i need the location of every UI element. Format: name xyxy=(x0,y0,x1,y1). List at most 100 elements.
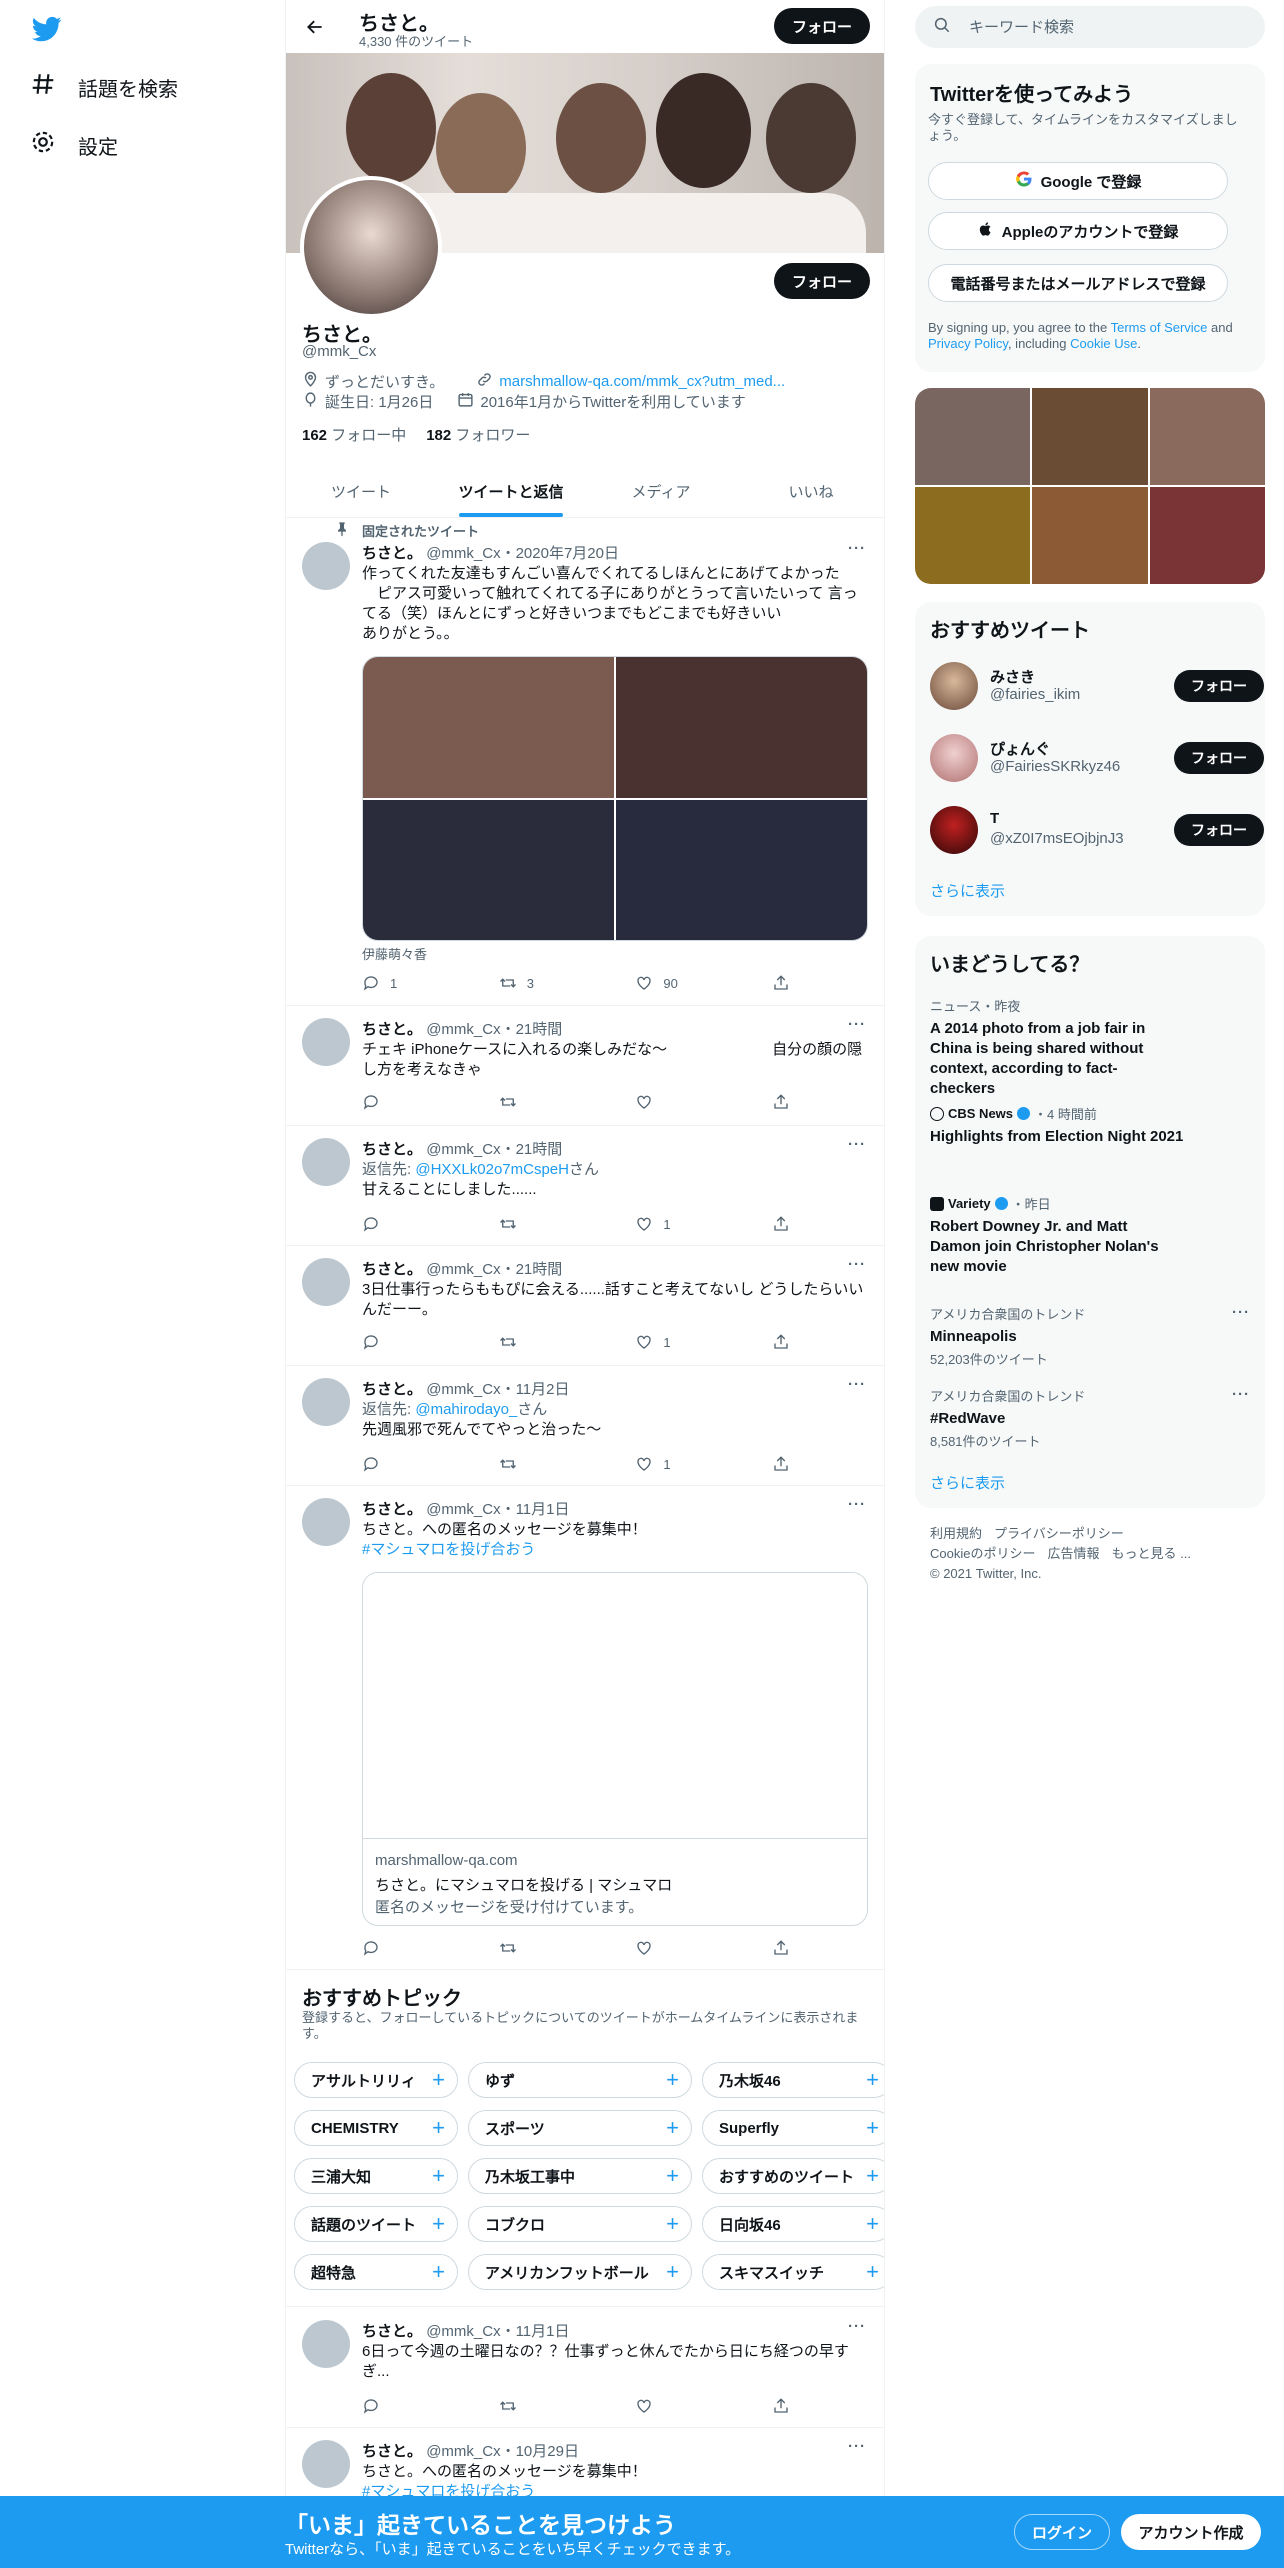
tweet-author-name[interactable]: ちさと。 xyxy=(362,1501,422,1518)
tweet-author-name[interactable]: ちさと。 xyxy=(362,1381,422,1398)
user-avatar[interactable] xyxy=(930,806,978,854)
topic-chip[interactable]: スキマスイッチ + xyxy=(702,2254,884,2290)
topic-chip[interactable]: アサルトリリィ + xyxy=(294,2062,458,2098)
tweet[interactable]: 固定されたツイート ちさと。 @mmk_Cx・2020年7月20日 ··· 作っ… xyxy=(286,518,884,1006)
link-preview-card[interactable]: marshmallow-qa.com ちさと。にマシュマロを投げる | マシュマ… xyxy=(362,1572,868,1926)
tweet-avatar[interactable] xyxy=(302,1498,350,1546)
topic-chip[interactable]: 話題のツイート + xyxy=(294,2206,458,2242)
topic-chip[interactable]: アメリカンフットボール + xyxy=(468,2254,692,2290)
more-icon[interactable]: ··· xyxy=(848,1136,866,1153)
reply-to-user-link[interactable]: @mahirodayo_ xyxy=(415,1401,517,1418)
tweet-photo[interactable] xyxy=(363,799,614,940)
like-button[interactable] xyxy=(635,1092,772,1112)
tweet[interactable]: ちさと。 @mmk_Cx・10月29日 ··· ちさと。への匿名のメッセージを募… xyxy=(286,2428,884,2500)
suggested-user[interactable]: みさき @fairies_ikim フォロー xyxy=(930,660,1264,710)
reply-button[interactable]: 1 xyxy=(362,973,499,993)
share-button[interactable] xyxy=(772,2396,802,2416)
tweet-avatar[interactable] xyxy=(302,542,350,590)
terms-link[interactable]: Terms of Service xyxy=(1111,320,1208,335)
like-button[interactable]: 1 xyxy=(635,1214,772,1234)
footer-privacy-link[interactable]: プライバシーポリシー xyxy=(994,1526,1124,1541)
retweet-button[interactable] xyxy=(499,2396,636,2416)
more-icon[interactable]: ··· xyxy=(848,1496,866,1513)
more-icon[interactable]: ··· xyxy=(848,2438,866,2455)
like-button[interactable]: 90 xyxy=(635,973,772,993)
trend-item[interactable]: Variety ・昨日 Robert Downey Jr. and Matt Da… xyxy=(930,1194,1250,1277)
profile-follow-button[interactable]: フォロー xyxy=(774,263,870,299)
topic-chip[interactable]: 乃木坂46 + xyxy=(702,2062,884,2098)
more-icon[interactable]: ··· xyxy=(848,540,866,557)
search-input[interactable] xyxy=(969,18,1219,36)
tweet[interactable]: ちさと。 @mmk_Cx・21時間 ··· 返信先: @HXXLk02o7mCs… xyxy=(286,1126,884,1246)
tweet-author-name[interactable]: ちさと。 xyxy=(362,1141,422,1158)
back-arrow-icon[interactable] xyxy=(298,10,332,44)
more-icon[interactable]: ··· xyxy=(848,1256,866,1273)
tweet-author-name[interactable]: ちさと。 xyxy=(362,545,422,562)
footer-ads-link[interactable]: 広告情報 xyxy=(1047,1546,1099,1561)
profile-website-link[interactable]: marshmallow-qa.com/mmk_cx?utm_med... xyxy=(499,373,785,390)
twitter-bird-icon[interactable] xyxy=(30,14,64,44)
tweet-avatar[interactable] xyxy=(302,1138,350,1186)
topic-chip[interactable]: コブクロ + xyxy=(468,2206,692,2242)
share-button[interactable] xyxy=(772,973,802,993)
tweet[interactable]: ちさと。 @mmk_Cx・21時間 ··· チェキ iPhoneケースに入れるの… xyxy=(286,1006,884,1126)
tweet-avatar[interactable] xyxy=(302,2440,350,2488)
cookie-link[interactable]: Cookie Use xyxy=(1070,336,1137,351)
like-button[interactable] xyxy=(635,2396,772,2416)
reply-button[interactable] xyxy=(362,1214,499,1234)
tweet-author-name[interactable]: ちさと。 xyxy=(362,2323,422,2340)
privacy-link[interactable]: Privacy Policy xyxy=(928,336,1008,351)
retweet-button[interactable] xyxy=(499,1938,636,1958)
footer-terms-link[interactable]: 利用規約 xyxy=(930,1526,982,1541)
user-avatar[interactable] xyxy=(930,734,978,782)
media-thumbnail[interactable] xyxy=(1032,487,1148,584)
topic-chip[interactable]: 超特急 + xyxy=(294,2254,458,2290)
nav-explore[interactable]: 話題を検索 xyxy=(30,62,178,112)
tweet-avatar[interactable] xyxy=(302,1378,350,1426)
google-signup-button[interactable]: Google で登録 xyxy=(928,162,1228,200)
tweet[interactable]: ちさと。 @mmk_Cx・11月1日 ··· ちさと。への匿名のメッセージを募集… xyxy=(286,1486,884,1970)
who-to-follow-show-more[interactable]: さらに表示 xyxy=(930,880,1005,901)
tweet-avatar[interactable] xyxy=(302,1018,350,1066)
tweet-author-name[interactable]: ちさと。 xyxy=(362,1021,422,1038)
suggested-user[interactable]: T @xZ0I7msEOjbjnJ3 フォロー xyxy=(930,804,1264,854)
topic-chip[interactable]: 三浦大知 + xyxy=(294,2158,458,2194)
suggested-user[interactable]: ぴょんぐ @FairiesSKRkyz46 フォロー xyxy=(930,732,1264,782)
more-icon[interactable]: ··· xyxy=(848,1376,866,1393)
like-button[interactable] xyxy=(635,1938,772,1958)
tweet-photo[interactable] xyxy=(616,657,867,798)
tweet-media-grid[interactable] xyxy=(362,656,868,941)
footer-more-link[interactable]: もっと見る ... xyxy=(1111,1546,1190,1561)
trends-show-more[interactable]: さらに表示 xyxy=(930,1472,1005,1493)
tweet-photo[interactable] xyxy=(616,799,867,940)
topic-chip[interactable]: 乃木坂工事中 + xyxy=(468,2158,692,2194)
retweet-button[interactable]: 3 xyxy=(499,973,636,993)
apple-signup-button[interactable]: Appleのアカウントで登録 xyxy=(928,212,1228,250)
nav-settings[interactable]: 設定 xyxy=(30,120,118,170)
share-button[interactable] xyxy=(772,1938,802,1958)
login-button[interactable]: ログイン xyxy=(1014,2514,1110,2550)
user-name[interactable]: ぴょんぐ xyxy=(990,738,1050,759)
share-button[interactable] xyxy=(772,1332,802,1352)
share-button[interactable] xyxy=(772,1092,802,1112)
tweet-avatar[interactable] xyxy=(302,1258,350,1306)
media-thumbnail[interactable] xyxy=(915,388,1031,485)
more-icon[interactable]: ··· xyxy=(848,1016,866,1033)
tab-tweets-and-replies[interactable]: ツイートと返信 xyxy=(436,465,586,517)
header-follow-button[interactable]: フォロー xyxy=(774,8,870,44)
search-box[interactable] xyxy=(915,6,1265,48)
reply-button[interactable] xyxy=(362,2396,499,2416)
footer-cookie-link[interactable]: Cookieのポリシー xyxy=(930,1546,1035,1561)
follow-button[interactable]: フォロー xyxy=(1174,670,1264,702)
retweet-button[interactable] xyxy=(499,1454,636,1474)
tweet-photo[interactable] xyxy=(363,657,614,798)
tweet-author-name[interactable]: ちさと。 xyxy=(362,1261,422,1278)
topic-chip[interactable]: おすすめのツイート + xyxy=(702,2158,884,2194)
follow-button[interactable]: フォロー xyxy=(1174,742,1264,774)
media-thumbnail[interactable] xyxy=(915,487,1031,584)
hashtag-link[interactable]: #マシュマロを投げ合おう xyxy=(362,1540,867,1560)
topic-chip[interactable]: 日向坂46 + xyxy=(702,2206,884,2242)
tweet[interactable]: ちさと。 @mmk_Cx・21時間 ··· 3日仕事行ったらももぴに会える...… xyxy=(286,1246,884,1366)
retweet-button[interactable] xyxy=(499,1332,636,1352)
followers-link[interactable]: 182 フォロワー xyxy=(426,424,530,445)
